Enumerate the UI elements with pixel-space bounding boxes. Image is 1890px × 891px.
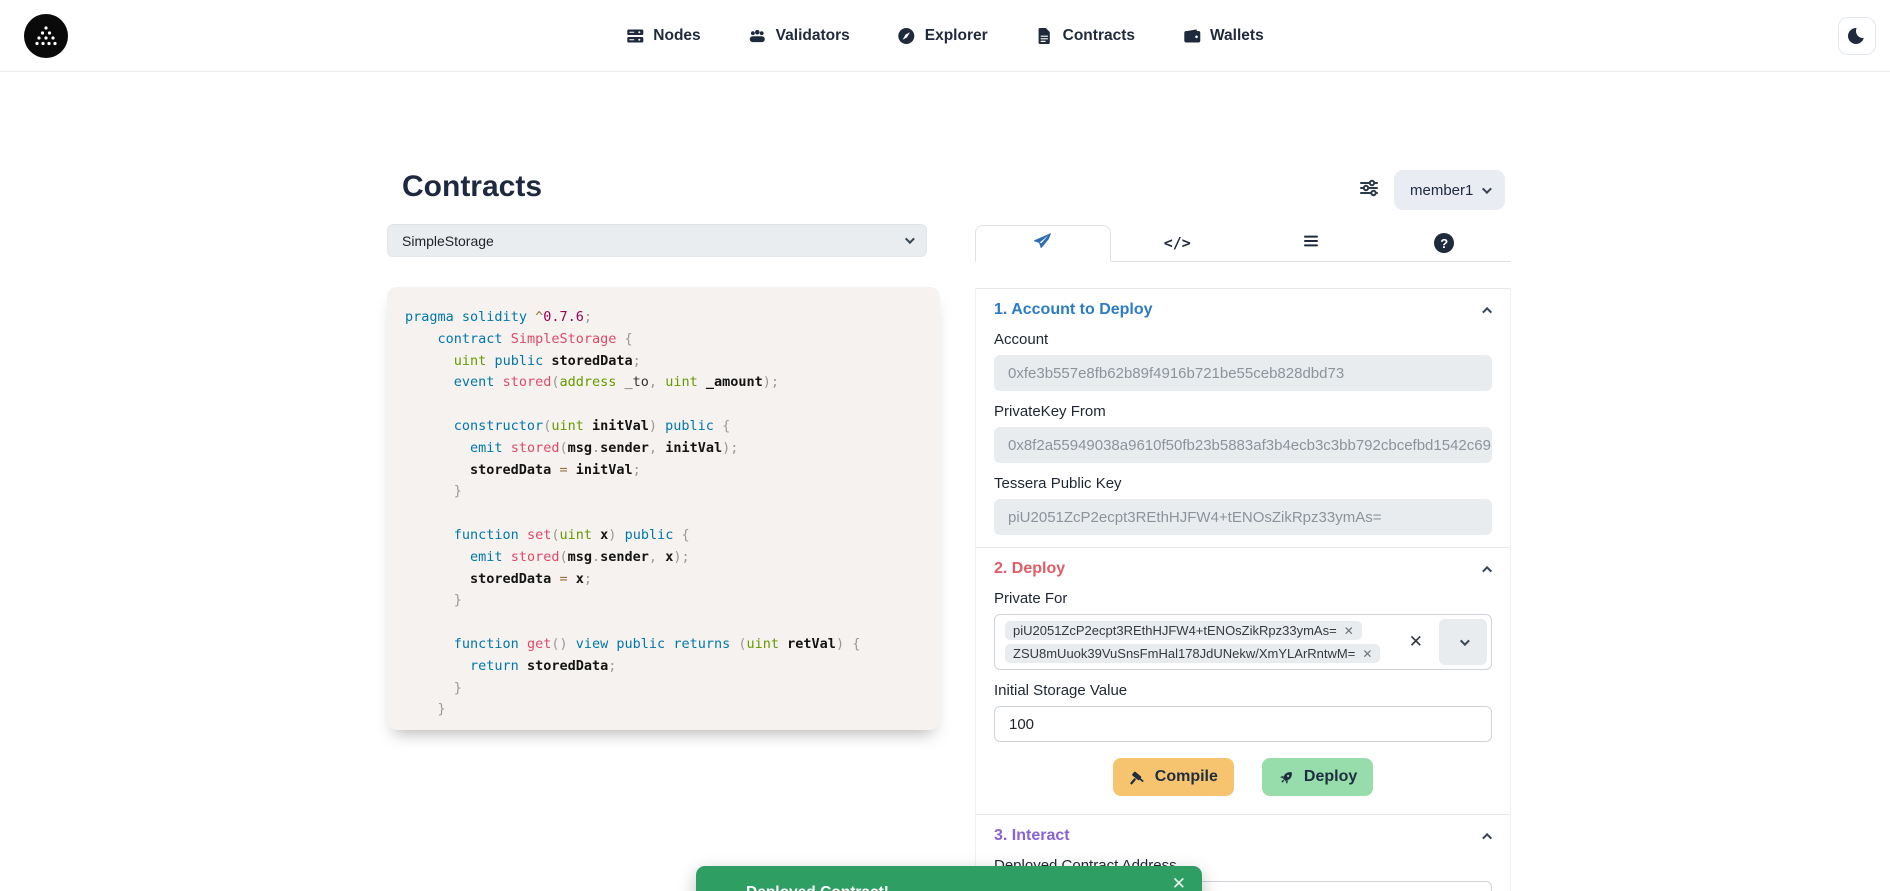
tessera-label: Tessera Public Key [994,475,1492,492]
account-value: 0xfe3b557e8fb62b89f4916b721be55ceb828dbd… [1008,365,1344,382]
tab-code[interactable]: </> [1111,225,1245,262]
nav-item-label: Validators [776,27,850,45]
file-contract-icon [1036,27,1054,45]
private-for-chip: piU2051ZcP2ecpt3REthHJFW4+tENOsZikRpz33y… [1005,621,1362,640]
nav-item-validators[interactable]: Validators [749,27,850,45]
section-account-to-deploy: 1. Account to Deploy Account 0xfe3b557e8… [976,288,1510,547]
theme-toggle-button[interactable] [1838,17,1876,55]
contracts-page: Contracts member1 SimpleStorage pragma s… [0,72,1890,891]
initial-storage-value: 100 [1009,716,1034,733]
users-icon [749,27,767,45]
panel-tabs: </> ? [975,225,1511,262]
question-icon: ? [1434,233,1454,253]
chevron-up-icon [1482,832,1492,842]
section-3-title: 3. Interact [994,827,1070,845]
chip-label: piU2051ZcP2ecpt3REthHJFW4+tENOsZikRpz33y… [1013,623,1337,638]
compile-button[interactable]: Compile [1113,758,1234,796]
nav-item-wallets[interactable]: Wallets [1183,27,1264,45]
rocket-icon [1278,769,1295,786]
private-for-chips: piU2051ZcP2ecpt3REthHJFW4+tENOsZikRpz33y… [995,615,1397,669]
deploy-button[interactable]: Deploy [1262,758,1373,796]
nav-item-label: Contracts [1063,27,1135,45]
chip-remove-icon[interactable]: ✕ [1362,647,1372,661]
privatekey-input[interactable]: 0x8f2a55949038a9610f50fb23b5883af3b4ecb3… [994,427,1492,463]
deploy-panel: </> ? 1. Account to Deploy Account 0xfe3… [975,225,1511,891]
deploy-actions: Compile Deploy [994,758,1492,796]
account-input[interactable]: 0xfe3b557e8fb62b89f4916b721be55ceb828dbd… [994,355,1492,391]
tab-help[interactable]: ? [1378,225,1512,262]
private-for-chip: ZSU8mUuok39VuSnsFmHal178JdUNekw/XmYLArRn… [1005,644,1380,663]
private-for-multiselect[interactable]: piU2051ZcP2ecpt3REthHJFW4+tENOsZikRpz33y… [994,614,1492,670]
private-for-dropdown-toggle[interactable] [1439,619,1487,665]
header-controls: member1 [1358,170,1505,210]
nav-item-explorer[interactable]: Explorer [898,27,988,45]
private-for-label: Private For [994,590,1492,607]
sliders-icon[interactable] [1358,177,1380,204]
nav-item-label: Explorer [925,27,988,45]
chevron-up-icon [1482,306,1492,316]
section-1-title: 1. Account to Deploy [994,301,1153,319]
wallet-icon [1183,27,1201,45]
section-deploy: 2. Deploy Private For piU2051ZcP2ecpt3RE… [976,547,1510,814]
toast-close-icon[interactable]: ✕ [1172,874,1186,891]
nav-item-label: Wallets [1210,27,1264,45]
section-3-header[interactable]: 3. Interact [994,827,1492,845]
main-nav: Nodes Validators Explorer Contracts Wall… [626,0,1263,72]
privatekey-value: 0x8f2a55949038a9610f50fb23b5883af3b4ecb3… [1008,437,1491,454]
deploy-accordion: 1. Account to Deploy Account 0xfe3b557e8… [975,288,1511,891]
section-1-header[interactable]: 1. Account to Deploy [994,301,1492,319]
initial-storage-input[interactable]: 100 [994,706,1492,742]
member-selector[interactable]: member1 [1394,170,1505,210]
code-icon: </> [1164,234,1191,252]
member-selector-label: member1 [1410,182,1473,199]
chevron-down-icon [905,234,915,244]
nav-item-contracts[interactable]: Contracts [1036,27,1135,45]
list-icon [1302,232,1320,255]
section-2-header[interactable]: 2. Deploy [994,560,1492,578]
chip-label: ZSU8mUuok39VuSnsFmHal178JdUNekw/XmYLArRn… [1013,646,1355,661]
contract-select[interactable]: SimpleStorage [387,224,927,257]
account-label: Account [994,331,1492,348]
moon-icon [1847,26,1867,46]
hammer-icon [1129,769,1146,786]
deploy-button-label: Deploy [1304,768,1357,786]
section-2-title: 2. Deploy [994,560,1065,578]
contract-source-code: pragma solidity ^0.7.6; contract SimpleS… [387,287,940,730]
deploy-success-toast: ✓ Deployed Contract! The contract was su… [696,866,1202,891]
nav-item-nodes[interactable]: Nodes [626,27,700,45]
chevron-up-icon [1482,565,1492,575]
page-title: Contracts [402,170,542,204]
compile-button-label: Compile [1155,768,1218,786]
server-icon [626,27,644,45]
tessera-value: piU2051ZcP2ecpt3REthHJFW4+tENOsZikRpz33y… [1008,509,1381,526]
tessera-input[interactable]: piU2051ZcP2ecpt3REthHJFW4+tENOsZikRpz33y… [994,499,1492,535]
clear-all-icon[interactable]: ✕ [1397,632,1435,652]
logo-dots-icon [33,25,59,47]
tab-deploy[interactable] [975,225,1111,262]
chip-remove-icon[interactable]: ✕ [1344,624,1354,638]
top-navbar: Nodes Validators Explorer Contracts Wall… [0,0,1890,72]
tab-logs[interactable] [1244,225,1378,262]
chevron-down-icon [1482,184,1492,194]
paper-plane-icon [1033,232,1052,256]
privatekey-label: PrivateKey From [994,403,1492,420]
initial-storage-label: Initial Storage Value [994,682,1492,699]
app-logo[interactable] [24,14,68,58]
compass-icon [898,27,916,45]
contract-select-value: SimpleStorage [402,233,494,249]
toast-title: Deployed Contract! [746,884,889,891]
nav-item-label: Nodes [653,27,700,45]
chevron-down-icon [1459,636,1469,646]
